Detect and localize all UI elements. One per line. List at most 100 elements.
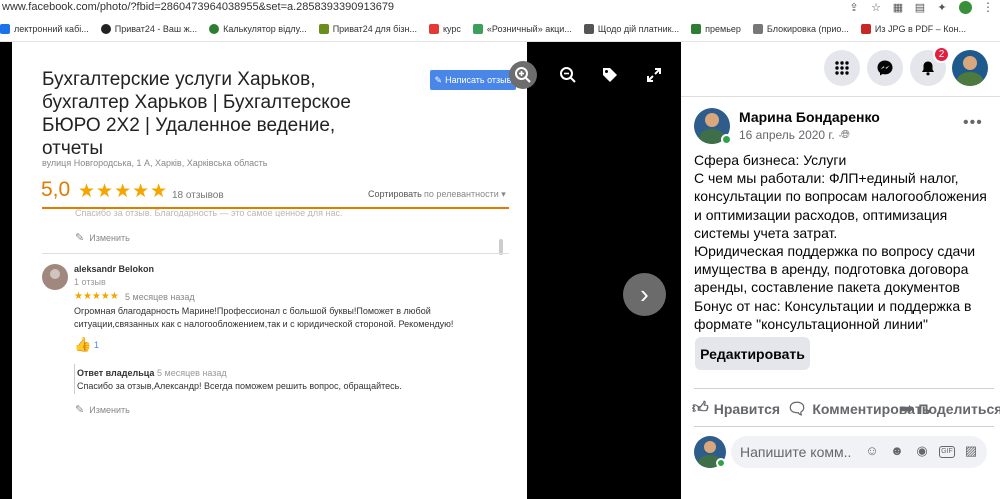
edit-post-button[interactable]: Редактировать [695, 337, 810, 370]
post-text-line: и оптимизации расходов, оптимизация [694, 206, 948, 223]
online-status-dot [716, 458, 726, 468]
bookmark-favicon-icon [472, 23, 483, 34]
post-date[interactable]: 16 апрель 2020 г. · [739, 128, 842, 142]
bookmark-label: лектронний кабі... [14, 23, 89, 34]
profile-icon[interactable] [959, 1, 972, 14]
sort-label: Сортировать [368, 189, 422, 199]
fullscreen-button[interactable] [641, 62, 667, 88]
url-text[interactable]: www.facebook.com/photo/?fbid=28604739640… [2, 0, 394, 14]
rating-value: 5,0 [41, 178, 71, 201]
browser-menu-icon[interactable]: ⋮ [982, 0, 994, 14]
post-text-line: Бонус от нас: Консультации и поддержка в [694, 297, 972, 314]
bookmark-item[interactable]: Щодо дій платник... [583, 23, 680, 34]
post-text-line: С чем мы работали: ФЛП+единый налог, [694, 170, 959, 187]
next-photo-button[interactable]: › [623, 273, 666, 316]
sort-value-text: по релевантности [424, 189, 499, 199]
like-button[interactable]: 👍︎ Нравится [692, 399, 780, 418]
emoji-icon[interactable]: ☺ [864, 443, 880, 458]
zoom-in-icon [515, 67, 531, 83]
bookmark-star-icon[interactable]: ☆ [870, 2, 882, 14]
puzzle-icon[interactable]: ✦ [936, 2, 948, 14]
bookmark-favicon-icon [209, 23, 220, 34]
photo-image[interactable]: Бухгалтерские услуги Харьков, бухгалтер … [12, 42, 527, 499]
write-review-button: ✎ Написать отзыв [430, 70, 516, 90]
thumbs-up-icon: 👍︎ [692, 400, 709, 417]
menu-button[interactable] [824, 50, 860, 86]
bookmark-label: «Розничный» акци... [486, 23, 572, 34]
address-bar[interactable]: www.facebook.com/photo/?fbid=28604739640… [0, 0, 1000, 16]
bookmark-label: Щодо дій платник... [597, 23, 680, 34]
bookmark-item[interactable]: курс [428, 23, 461, 34]
bookmark-item[interactable]: «Розничный» акци... [472, 23, 572, 34]
post-text-line: консультации по вопросам налогообложения [694, 188, 987, 205]
tag-button[interactable] [597, 62, 623, 88]
post-text-line: имущества в аренду, подготовка договора [694, 261, 969, 278]
bookmark-item[interactable]: Калькулятор відлу... [209, 23, 307, 34]
bookmark-favicon-icon [860, 23, 871, 34]
business-title: Бухгалтерские услуги Харьков, бухгалтер … [42, 69, 351, 159]
rating-stars: ★★★★★ [78, 181, 169, 202]
business-address: вулиця Новгородська, 1 А, Харків, Харків… [42, 158, 268, 168]
owner-reply-text: Спасибо за отзыв,Александр! Всегда помож… [77, 381, 402, 391]
previous-reply-text: Спасибо за отзыв. Благодарность — это са… [75, 209, 343, 217]
post-text-line: формате "консультационной линии" [694, 315, 928, 332]
author-name[interactable]: Марина Бондаренко [739, 109, 880, 125]
account-avatar[interactable] [952, 50, 988, 86]
share-button[interactable]: ➦ Поделиться [900, 399, 1000, 419]
divider [694, 426, 994, 427]
bookmark-favicon-icon [583, 23, 594, 34]
bookmark-label: Из JPG в PDF – Кон... [874, 23, 966, 34]
like-label: Нравится [713, 400, 781, 417]
bookmark-label: Калькулятор відлу... [223, 23, 307, 34]
messenger-button[interactable] [867, 50, 903, 86]
pencil-icon: ✎ [434, 74, 443, 85]
post-text-line: Сфера бизнеса: Услуги [694, 152, 847, 168]
bookmark-label: Блокировка (прио... [766, 23, 849, 34]
tag-icon [603, 68, 617, 82]
gif-icon[interactable]: GIF [939, 446, 955, 458]
bookmark-favicon-icon [428, 23, 439, 34]
write-review-label: Написать отзыв [445, 75, 512, 85]
bookmark-item[interactable]: лектронний кабі... [0, 23, 89, 34]
review-text-line: Огромная благодарность Марине!Профессион… [74, 306, 431, 316]
bookmark-favicon-icon [0, 23, 10, 34]
edit-link: ✎ Изменить [75, 231, 130, 244]
caret-down-icon: ▾ [501, 189, 506, 199]
extension-icon[interactable]: ▤ [914, 2, 926, 14]
bookmark-favicon-icon [100, 23, 111, 34]
chevron-right-icon: › [640, 279, 649, 309]
extension-icon[interactable]: ▦ [892, 2, 904, 14]
bookmark-item[interactable]: Блокировка (прио... [752, 23, 849, 34]
bookmark-item[interactable]: Из JPG в PDF – Кон... [860, 23, 966, 34]
edit-link: ✎ Изменить [75, 403, 130, 416]
reviewer-avatar [42, 264, 68, 290]
owner-reply-title: Ответ владельца [77, 368, 155, 378]
pencil-icon: ✎ [75, 232, 85, 244]
review-like-count: 1 [94, 340, 100, 350]
review-text: Огромная благодарность Марине!Профессион… [74, 305, 474, 331]
zoom-in-button[interactable] [509, 61, 537, 89]
bookmarks-bar: лектронний кабі... Приват24 - Ваш ж... К… [0, 16, 1000, 42]
comment-input[interactable] [740, 444, 852, 460]
bookmark-item[interactable]: премьер [691, 23, 741, 34]
divider [42, 253, 509, 254]
sticker-icon[interactable]: ▨ [963, 443, 979, 459]
edit-link-label: Изменить [89, 404, 130, 415]
bookmark-label: Приват24 для бізн... [332, 23, 417, 34]
bookmark-item[interactable]: Приват24 - Ваш ж... [100, 23, 197, 34]
share-icon: ➦ [900, 401, 914, 418]
post-options-icon[interactable]: ••• [963, 114, 983, 132]
zoom-out-button[interactable] [555, 62, 581, 88]
reviewer-review-count: 1 отзыв [74, 277, 106, 287]
share-label: Поделиться [918, 401, 1000, 417]
sort-value: по релевантности ▾ [424, 189, 506, 200]
notification-badge: 2 [933, 46, 950, 63]
photo-viewer: Бухгалтерские услуги Харьков, бухгалтер … [0, 42, 681, 499]
post-text-line: аренды, составление пакета документов [694, 279, 960, 296]
messenger-icon [877, 60, 893, 76]
bookmark-item[interactable]: Приват24 для бізн... [318, 23, 417, 34]
camera-icon[interactable]: ◉ [914, 443, 930, 459]
comment-icon: 🗨︎ [787, 401, 808, 418]
avatar-sticker-icon[interactable]: ☻ [889, 443, 905, 458]
share-page-icon[interactable]: ⇪ [848, 2, 860, 14]
